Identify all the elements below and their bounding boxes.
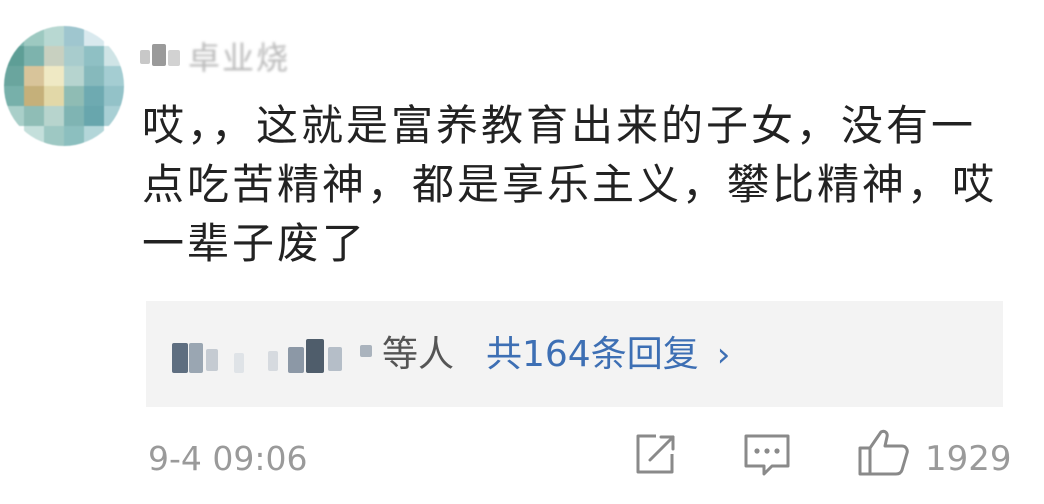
like-icon[interactable] <box>857 428 911 478</box>
username[interactable]: 卓业烧 <box>140 36 310 80</box>
username-text: 卓业烧 <box>188 39 291 77</box>
like-count: 1929 <box>925 439 1012 479</box>
reply-user-avatars <box>172 339 378 375</box>
comment-icon[interactable] <box>742 432 792 478</box>
share-icon[interactable] <box>632 432 678 478</box>
chevron-right-icon: › <box>716 335 731 375</box>
comment-timestamp: 9-4 09:06 <box>148 439 308 478</box>
reply-others-label: 等人 <box>382 334 455 375</box>
view-replies-label: 共164条回复 <box>486 334 699 375</box>
view-replies-link[interactable]: 共164条回复 › <box>486 327 730 383</box>
reply-box[interactable]: 等人 共164条回复 › <box>146 301 1003 407</box>
comment-text: 哎，，这就是富养教育出来的子女，没有一点吃苦精神，都是享乐主义，攀比精神，哎一辈… <box>142 101 998 268</box>
avatar[interactable] <box>4 26 124 146</box>
